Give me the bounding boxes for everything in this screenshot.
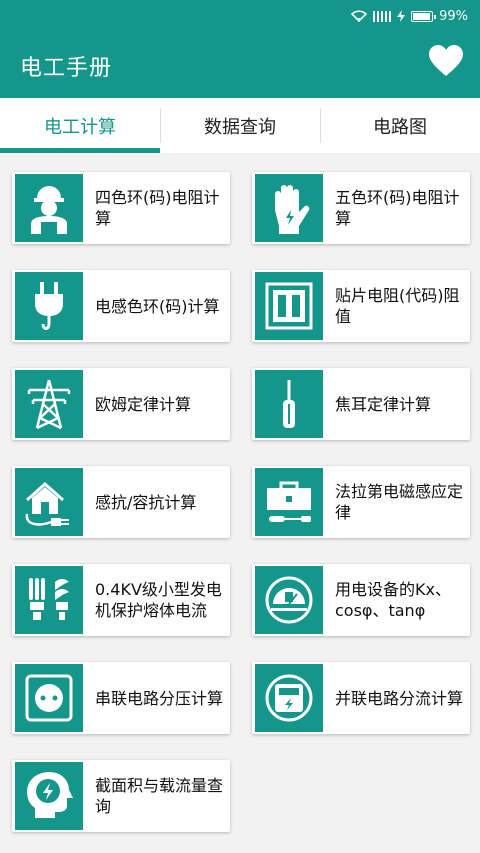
plug-icon — [15, 272, 83, 340]
card-ohm-law[interactable]: 欧姆定律计算 — [12, 368, 230, 440]
tab-circuit-diagram[interactable]: 电路图 — [320, 98, 480, 153]
card-cross-section[interactable]: 截面积与载流量查询 — [12, 760, 230, 832]
card-label: 欧姆定律计算 — [95, 394, 192, 414]
card-joule-law[interactable]: 焦耳定律计算 — [252, 368, 470, 440]
wifi-icon — [351, 10, 368, 22]
signal-icon — [373, 10, 392, 22]
card-label: 并联电路分流计算 — [335, 688, 464, 708]
card-inductor-color[interactable]: 电感色环(码)计算 — [12, 270, 230, 342]
battery-icon — [411, 10, 437, 22]
tab-electrical-calc[interactable]: 电工计算 — [0, 98, 160, 153]
card-series-voltage[interactable]: 串联电路分压计算 — [12, 662, 230, 734]
card-label: 截面积与载流量查询 — [95, 776, 224, 816]
house-plug-icon — [15, 468, 83, 536]
tab-bar: 电工计算 数据查询 电路图 — [0, 98, 480, 153]
toolbox-icon — [255, 468, 323, 536]
head-bolt-icon — [15, 762, 83, 830]
card-label: 0.4KV级小型发电机保护熔体电流 — [95, 580, 222, 620]
card-faraday-law[interactable]: 法拉第电磁感应定律 — [252, 466, 470, 538]
card-generator-fuse[interactable]: 0.4KV级小型发电机保护熔体电流 — [12, 564, 230, 636]
card-label: 串联电路分压计算 — [95, 688, 224, 708]
tab-data-query[interactable]: 数据查询 — [160, 98, 320, 153]
card-label: 电感色环(码)计算 — [95, 296, 220, 316]
switch-icon — [255, 272, 323, 340]
card-label: 五色环(码)电阻计算 — [335, 188, 460, 228]
meter-icon — [255, 566, 323, 634]
bulb-icon — [15, 566, 83, 634]
card-smd-resistor[interactable]: 贴片电阻(代码)阻值 — [252, 270, 470, 342]
screwdriver-icon — [255, 370, 323, 438]
electric-meter-icon — [255, 664, 323, 732]
battery-level: 99% — [439, 8, 468, 24]
card-label: 法拉第电磁感应定律 — [335, 482, 464, 522]
card-label: 四色环(码)电阻计算 — [95, 188, 220, 228]
tower-icon — [15, 370, 83, 438]
page-title: 电工手册 — [20, 56, 113, 81]
card-label: 焦耳定律计算 — [335, 394, 432, 414]
worker-icon — [15, 174, 83, 242]
card-parallel-current[interactable]: 并联电路分流计算 — [252, 662, 470, 734]
card-label: 感抗/容抗计算 — [95, 492, 197, 512]
card-label: 贴片电阻(代码)阻值 — [335, 286, 460, 326]
glove-icon — [255, 174, 323, 242]
socket-icon — [15, 664, 83, 732]
card-five-color-resistor[interactable]: 五色环(码)电阻计算 — [252, 172, 470, 244]
heart-icon[interactable] — [428, 44, 464, 78]
card-reactance[interactable]: 感抗/容抗计算 — [12, 466, 230, 538]
card-power-factor[interactable]: 用电设备的Kx、cosφ、tanφ — [252, 564, 470, 636]
status-bar: 99% — [351, 6, 468, 26]
card-four-color-resistor[interactable]: 四色环(码)电阻计算 — [12, 172, 230, 244]
card-label: 用电设备的Kx、cosφ、tanφ — [335, 580, 451, 620]
charging-icon — [397, 10, 406, 22]
app-bar: 99% 电工手册 — [0, 0, 480, 98]
